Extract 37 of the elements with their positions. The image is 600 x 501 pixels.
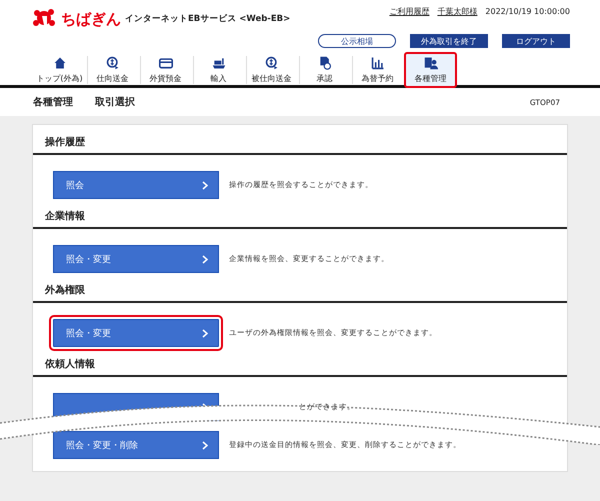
nav-tab[interactable]: トップ(外為) xyxy=(33,52,86,88)
datetime: 2022/10/19 10:00:00 xyxy=(485,7,570,16)
service-name: インターネットEBサービス <Web-EB> xyxy=(125,13,290,25)
nav-tab[interactable]: 為替予約 xyxy=(351,52,404,88)
nav-tab[interactable]: 各種管理 xyxy=(404,52,457,88)
chevron-icon xyxy=(202,440,208,450)
header-button[interactable]: 外為取引を終了 xyxy=(410,34,488,48)
action-button[interactable]: 照会・変更・削除 xyxy=(53,431,219,459)
ship-icon xyxy=(212,56,226,70)
section-title: 操作履歴 xyxy=(33,135,567,155)
action-button[interactable]: 照会・変更 xyxy=(53,245,219,273)
header-link[interactable]: ご利用履歴 xyxy=(389,6,430,17)
header-link[interactable]: 千葉太郎様 xyxy=(437,6,478,17)
chevron-icon xyxy=(202,180,208,190)
section-title: 依頼人情報 xyxy=(33,357,567,377)
nav-tab[interactable]: 仕向送金 xyxy=(86,52,139,88)
nav-tab[interactable]: 被仕向送金 xyxy=(245,52,298,88)
nav-tab[interactable]: 輸入 xyxy=(192,52,245,88)
coin-icon xyxy=(264,56,278,70)
header-button[interactable]: ログアウト xyxy=(502,34,570,48)
breadcrumb-item: 各種管理 xyxy=(33,96,73,109)
home-icon xyxy=(52,56,66,70)
chart-icon xyxy=(370,56,384,70)
section-title: 企業情報 xyxy=(33,209,567,229)
nav-tab[interactable]: 承認 xyxy=(298,52,351,88)
section-title: 外為権限 xyxy=(33,283,567,303)
header-button[interactable]: 公示相場 xyxy=(318,34,396,48)
coin-icon xyxy=(106,56,120,70)
brand-name: ちばぎん xyxy=(61,10,121,28)
chevron-icon xyxy=(202,254,208,264)
user-icon xyxy=(424,56,438,70)
nav-tab[interactable]: 外貨預金 xyxy=(139,52,192,88)
document-icon xyxy=(318,56,332,70)
breadcrumb-item: 取引選択 xyxy=(95,96,135,109)
action-button[interactable]: 照会 xyxy=(53,171,219,199)
chevron-icon xyxy=(202,328,208,338)
card-icon xyxy=(158,56,172,70)
